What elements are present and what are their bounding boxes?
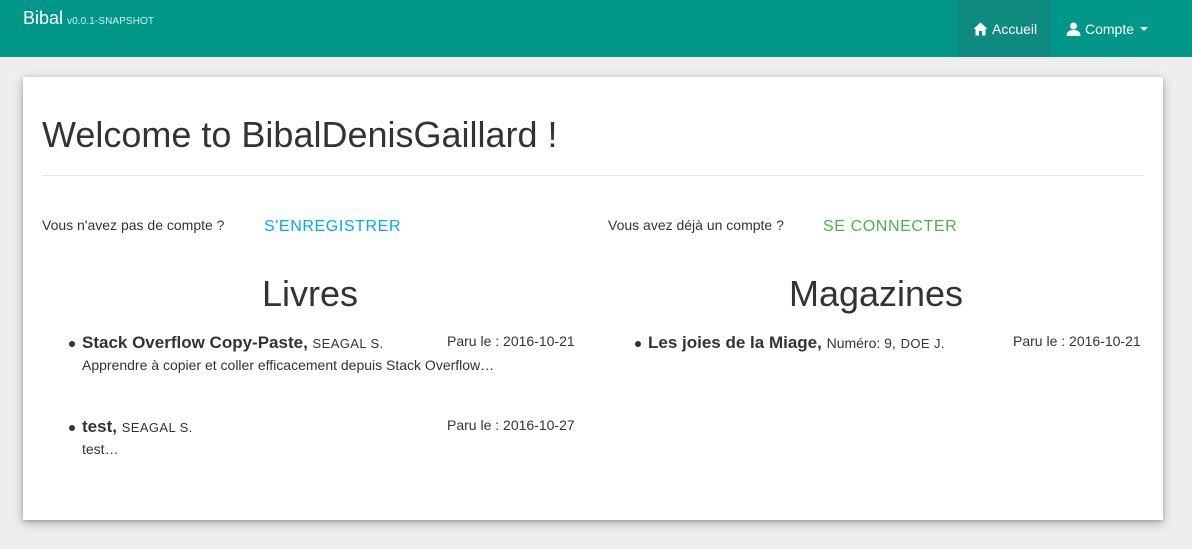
brand[interactable]: Bibal v0.0.1-SNAPSHOT bbox=[23, 8, 154, 32]
nav-account-dropdown[interactable]: Compte bbox=[1066, 0, 1176, 57]
book-date: Paru le : 2016-10-21 bbox=[447, 333, 575, 349]
book-item: test, Seagal S. test… Paru le : 2016-10-… bbox=[69, 417, 579, 461]
magazine-author: Doe J. bbox=[900, 336, 945, 351]
book-description: Apprendre à copier et coller efficacemen… bbox=[82, 357, 495, 373]
magazine-issue: Numéro: 9, bbox=[826, 335, 896, 351]
nav-home-label: Accueil bbox=[992, 20, 1038, 37]
book-item: Stack Overflow Copy-Paste, Seagal S. App… bbox=[69, 333, 579, 377]
nav-home[interactable]: Accueil bbox=[958, 0, 1051, 57]
register-prompt: Vous n'avez pas de compte ? bbox=[42, 217, 225, 233]
book-title-text[interactable]: Stack Overflow Copy-Paste, bbox=[82, 333, 308, 352]
login-link[interactable]: SE CONNECTER bbox=[823, 218, 957, 236]
divider bbox=[42, 175, 1144, 176]
nav-account-label: Compte bbox=[1085, 20, 1135, 37]
book-title[interactable]: Stack Overflow Copy-Paste, Seagal S. bbox=[82, 333, 384, 354]
bullet bbox=[69, 341, 75, 347]
magazine-title[interactable]: Les joies de la Miage, Numéro: 9, Doe J. bbox=[648, 333, 945, 354]
login-prompt: Vous avez déjà un compte ? bbox=[608, 217, 784, 233]
book-author: Seagal S. bbox=[312, 336, 384, 351]
book-date: Paru le : 2016-10-27 bbox=[447, 417, 575, 433]
book-title[interactable]: test, Seagal S. bbox=[82, 417, 193, 438]
brand-name[interactable]: Bibal bbox=[23, 8, 63, 28]
book-author: Seagal S. bbox=[121, 420, 193, 435]
version-label: v0.0.1-SNAPSHOT bbox=[67, 16, 155, 27]
page-title: Welcome to BibalDenisGaillard ! bbox=[42, 114, 558, 155]
caret-down-icon bbox=[1140, 26, 1149, 31]
home-icon bbox=[973, 22, 988, 36]
bullet bbox=[635, 341, 641, 347]
book-title-text[interactable]: test, bbox=[82, 417, 117, 436]
bullet bbox=[69, 425, 75, 431]
magazines-heading: Magazines bbox=[788, 273, 964, 314]
navbar: Bibal v0.0.1-SNAPSHOT Accueil Compte bbox=[0, 0, 1192, 57]
magazine-date: Paru le : 2016-10-21 bbox=[1013, 333, 1141, 349]
user-icon bbox=[1066, 22, 1081, 36]
register-link[interactable]: S'ENREGISTRER bbox=[264, 218, 401, 236]
magazine-item: Les joies de la Miage, Numéro: 9, Doe J.… bbox=[635, 333, 1145, 357]
magazine-title-text[interactable]: Les joies de la Miage, bbox=[648, 333, 822, 352]
book-description: test… bbox=[82, 441, 119, 457]
main-card: Welcome to BibalDenisGaillard ! Vous n'a… bbox=[23, 77, 1163, 520]
books-heading: Livres bbox=[261, 273, 359, 314]
